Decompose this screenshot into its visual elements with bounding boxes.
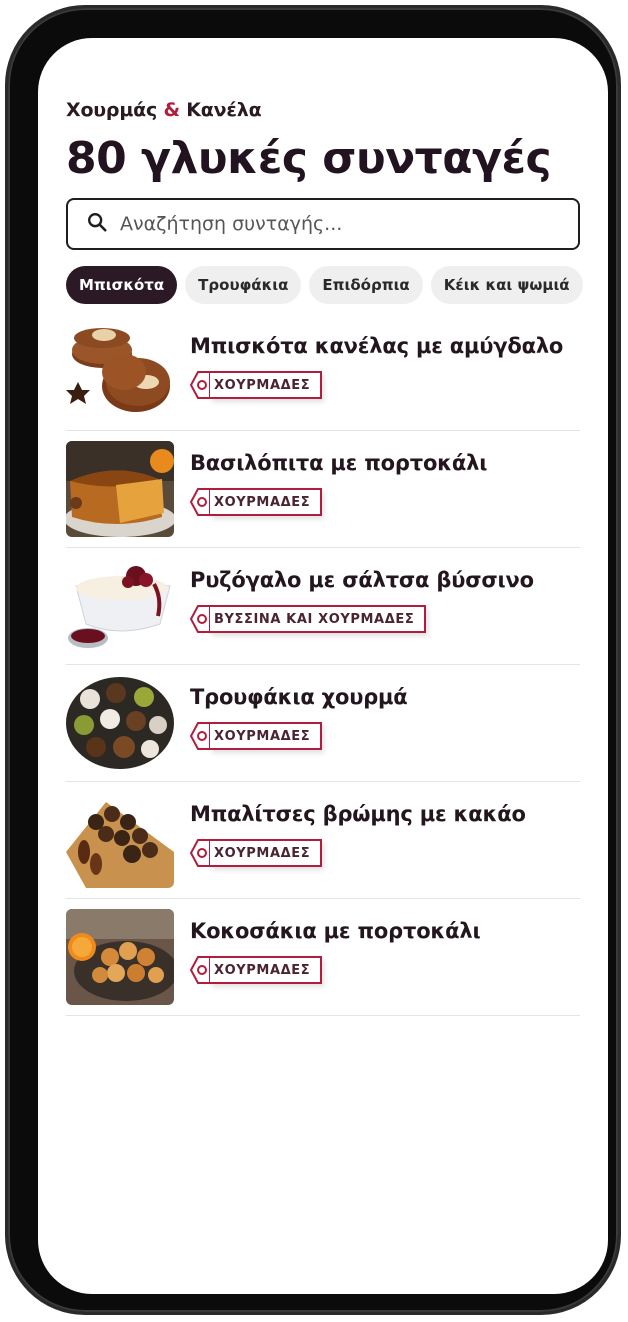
filter-chip-cookies[interactable]: Μπισκότα — [66, 266, 178, 304]
brand-ampersand: & — [163, 99, 180, 121]
search-box[interactable] — [66, 198, 580, 250]
recipe-item[interactable]: Βασιλόπιτα με πορτοκάλι ΧΟΥΡΜΑΔΕΣ — [66, 431, 580, 548]
app-screen: Χουρμάς & Κανέλα 80 γλυκές συνταγές Μπισ… — [38, 38, 608, 1294]
search-icon — [86, 211, 108, 237]
recipe-list: Μπισκότα κανέλας με αμύγδαλο ΧΟΥΡΜΑΔΕΣ Β… — [66, 314, 580, 1016]
recipe-tag[interactable]: ΧΟΥΡΜΑΔΕΣ — [190, 956, 323, 984]
recipe-tag-label: ΧΟΥΡΜΑΔΕΣ — [210, 956, 323, 984]
filter-chip-desserts[interactable]: Επιδόρπια — [309, 266, 423, 304]
filter-chip-cakes-breads[interactable]: Κέικ και ψωμιά — [430, 266, 583, 304]
main-content: Χουρμάς & Κανέλα 80 γλυκές συνταγές Μπισ… — [66, 98, 583, 1016]
recipe-tag-label: ΧΟΥΡΜΑΔΕΣ — [210, 722, 323, 750]
recipe-thumbnail-oat-balls[interactable] — [66, 792, 174, 888]
recipe-tag-label: ΧΟΥΡΜΑΔΕΣ — [210, 839, 323, 867]
recipe-tag[interactable]: ΧΟΥΡΜΑΔΕΣ — [190, 488, 323, 516]
search-input[interactable] — [118, 212, 578, 236]
brand-name-part1: Χουρμάς — [66, 99, 158, 121]
recipe-tag[interactable]: ΧΟΥΡΜΑΔΕΣ — [190, 722, 323, 750]
recipe-thumbnail-truffles[interactable] — [66, 675, 174, 771]
tag-hole-icon — [190, 488, 210, 516]
recipe-title[interactable]: Κοκοσάκια με πορτοκάλι — [190, 919, 481, 943]
recipe-title[interactable]: Βασιλόπιτα με πορτοκάλι — [190, 451, 487, 475]
recipe-thumbnail-cookies[interactable] — [66, 324, 174, 420]
recipe-thumbnail-macaroons[interactable] — [66, 909, 174, 1005]
recipe-title[interactable]: Τρουφάκια χουρμά — [190, 685, 408, 709]
recipe-thumbnail-vasilopita[interactable] — [66, 441, 174, 537]
recipe-item[interactable]: Κοκοσάκια με πορτοκάλι ΧΟΥΡΜΑΔΕΣ — [66, 899, 580, 1016]
recipe-item[interactable]: Ρυζόγαλο με σάλτσα βύσσινο ΒΥΣΣΙΝΑ ΚΑΙ Χ… — [66, 548, 580, 665]
page-title: 80 γλυκές συνταγές — [66, 133, 552, 184]
recipe-tag[interactable]: ΒΥΣΣΙΝΑ ΚΑΙ ΧΟΥΡΜΑΔΕΣ — [190, 605, 427, 633]
tag-hole-icon — [190, 956, 210, 984]
recipe-item[interactable]: Μπαλίτσες βρώμης με κακάο ΧΟΥΡΜΑΔΕΣ — [66, 782, 580, 899]
recipe-tag-label: ΧΟΥΡΜΑΔΕΣ — [210, 371, 323, 399]
tag-hole-icon — [190, 371, 210, 399]
recipe-tag-label: ΒΥΣΣΙΝΑ ΚΑΙ ΧΟΥΡΜΑΔΕΣ — [210, 605, 427, 633]
category-filters: Μπισκότα Τρουφάκια Επιδόρπια Κέικ και ψω… — [66, 266, 583, 304]
recipe-tag[interactable]: ΧΟΥΡΜΑΔΕΣ — [190, 371, 323, 399]
recipe-title[interactable]: Μπισκότα κανέλας με αμύγδαλο — [190, 334, 563, 358]
tag-hole-icon — [190, 605, 210, 633]
tag-hole-icon — [190, 722, 210, 750]
filter-chip-truffles[interactable]: Τρουφάκια — [185, 266, 302, 304]
recipe-item[interactable]: Τρουφάκια χουρμά ΧΟΥΡΜΑΔΕΣ — [66, 665, 580, 782]
recipe-title[interactable]: Μπαλίτσες βρώμης με κακάο — [190, 802, 526, 826]
recipe-title[interactable]: Ρυζόγαλο με σάλτσα βύσσινο — [190, 568, 534, 592]
brand-name-part2: Κανέλα — [186, 99, 262, 121]
recipe-tag-label: ΧΟΥΡΜΑΔΕΣ — [210, 488, 323, 516]
tag-hole-icon — [190, 839, 210, 867]
recipe-tag[interactable]: ΧΟΥΡΜΑΔΕΣ — [190, 839, 323, 867]
recipe-thumbnail-rice-pudding[interactable] — [66, 558, 174, 654]
phone-frame: Χουρμάς & Κανέλα 80 γλυκές συνταγές Μπισ… — [5, 5, 621, 1315]
recipe-item[interactable]: Μπισκότα κανέλας με αμύγδαλο ΧΟΥΡΜΑΔΕΣ — [66, 314, 580, 431]
brand-logo[interactable]: Χουρμάς & Κανέλα — [66, 98, 580, 122]
